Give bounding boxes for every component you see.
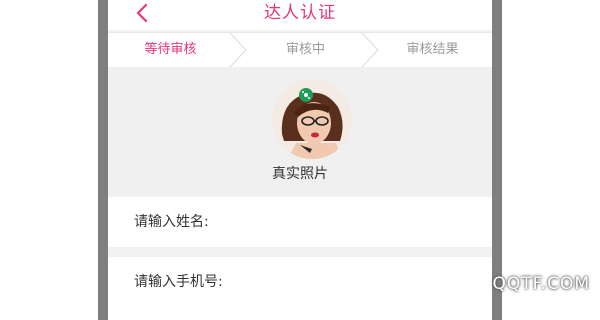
name-field[interactable]: 请输入姓名:	[108, 197, 492, 247]
avatar-caption: 真实照片	[272, 166, 328, 182]
app-screen: 达人认证 等待审核 审核中 审核结果 真实照片 请输入姓名: 请输入手机号:	[108, 0, 492, 300]
header-bar: 达人认证	[108, 0, 492, 30]
name-field-label: 请输入姓名:	[134, 214, 209, 230]
phone-field-label: 请输入手机号:	[134, 274, 223, 290]
avatar-section: 真实照片	[108, 67, 492, 195]
progress-steps: 等待审核 审核中 审核结果	[108, 32, 492, 68]
step-under-review: 审核中	[285, 42, 325, 57]
page-title: 达人认证	[264, 3, 336, 23]
step-review-result: 审核结果	[406, 42, 459, 57]
step-waiting-review: 等待审核	[144, 42, 197, 57]
phone-field[interactable]: 请输入手机号:	[108, 257, 492, 300]
watermark-text: QQTF.COM	[492, 274, 590, 294]
avatar[interactable]	[272, 79, 352, 159]
portrait-image	[272, 79, 352, 159]
